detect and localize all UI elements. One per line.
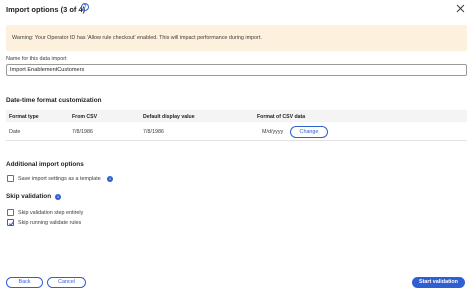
table-cell-csv-format: M/d/yyyy [262,129,284,135]
column-header: Default display value [143,114,195,120]
help-icon[interactable]: ? [81,3,89,11]
table-cell-default-display: 7/8/1986 [143,129,164,135]
skip-validate-rules-label: Skip running validate rules [18,220,82,226]
datetime-table-header: Format type From CSV Default display val… [6,110,467,122]
table-cell-format-type: Date [9,129,21,135]
save-template-label: Save import settings as a template [18,176,101,182]
name-field-label: Name for this data import [6,56,67,62]
skip-validation-heading: Skip validation [6,193,52,200]
checkmark-icon [8,221,15,226]
skip-validate-rules-checkbox[interactable] [7,219,15,226]
datetime-heading: Date-time format customization [6,97,102,104]
column-header: From CSV [72,114,98,120]
table-row-divider [6,140,467,141]
table-cell-from-csv: 7/8/1986 [72,129,93,135]
column-header: Format of CSV data [257,114,306,120]
additional-options-heading: Additional import options [6,161,84,168]
start-validation-button[interactable]: Start validation [412,277,465,288]
change-format-button[interactable]: Change [290,126,328,138]
info-icon[interactable]: i [107,176,113,182]
back-button[interactable]: Back [6,277,43,288]
warning-banner: Warning: Your Operator ID has 'Allow rul… [6,25,467,51]
close-icon[interactable] [456,4,465,13]
save-template-checkbox[interactable] [7,175,14,182]
dialog-title: Import options (3 of 4) [6,5,86,14]
column-header: Format type [9,114,39,120]
dialog-header: Import options (3 of 4) ? [0,0,474,21]
cancel-button[interactable]: Cancel [47,277,86,288]
info-icon[interactable]: i [55,194,61,200]
name-input[interactable]: Import EnablementCustomers [6,64,467,76]
name-input-value: Import EnablementCustomers [10,67,85,73]
skip-validation-step-label: Skip validation step entirely [18,210,84,216]
warning-text: Warning: Your Operator ID has 'Allow rul… [12,35,262,41]
skip-validation-step-checkbox[interactable] [7,209,14,216]
